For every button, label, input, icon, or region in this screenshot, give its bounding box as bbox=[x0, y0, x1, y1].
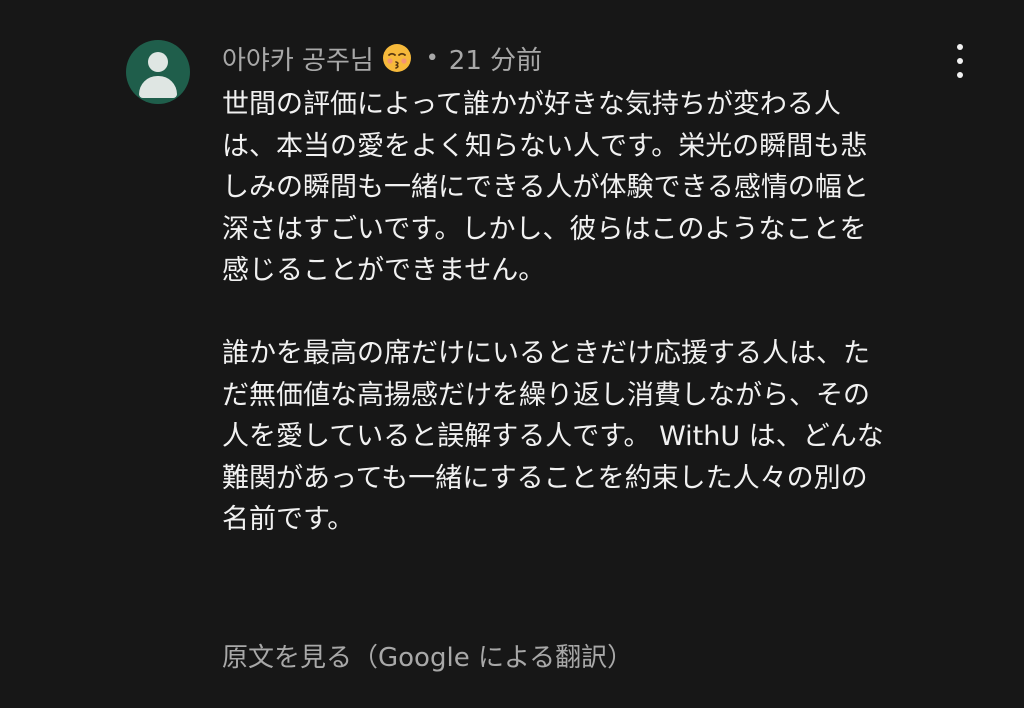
comment-line: 難関があっても一緒にすることを約束した人々の別の bbox=[222, 462, 868, 494]
comment-header: 아야카 공주님 • 21 分前 bbox=[222, 38, 542, 78]
more-dot-icon bbox=[957, 58, 963, 64]
comment-line: 人を愛していると誤解する人です。 WithU は、どんな bbox=[222, 421, 884, 452]
separator-dot: • bbox=[425, 45, 439, 71]
author-name[interactable]: 아야카 공주님 bbox=[222, 40, 374, 77]
comment-line: だ無価値な高揚感だけを繰り返し消費しながら、その bbox=[222, 379, 870, 411]
see-original-link[interactable]: 原文を見る（Google による翻訳） bbox=[222, 638, 633, 678]
comment-line: は、本当の愛をよく知らない人です。栄光の瞬間も悲 bbox=[222, 130, 868, 162]
comment-line: 感じることができません。 bbox=[222, 255, 546, 286]
comment-timestamp[interactable]: 21 分前 bbox=[449, 40, 542, 77]
avatar-head-shape bbox=[148, 52, 168, 72]
comment-line: しみの瞬間も一緒にできる人が体験できる感情の幅と bbox=[222, 172, 869, 203]
comment-text: 世間の評価によって誰かが好きな気持ちが変わる人 は、本当の愛をよく知らない人です… bbox=[222, 84, 982, 541]
avatar-body-shape bbox=[139, 76, 177, 98]
comment-card: 아야카 공주님 • 21 分前 世間の評価によって誰かが好きな気持ちが変わる人 … bbox=[0, 0, 1024, 708]
more-options-button[interactable] bbox=[948, 44, 972, 78]
kissing-face-with-closed-eyes-icon bbox=[382, 44, 411, 72]
more-dot-icon bbox=[957, 44, 963, 50]
comment-line: 世間の評価によって誰かが好きな気持ちが変わる人 bbox=[222, 89, 841, 120]
comment-line: 名前です。 bbox=[222, 504, 355, 535]
comment-line: 深さはすごいです。しかし、彼らはこのようなことを bbox=[222, 213, 867, 245]
more-dot-icon bbox=[957, 72, 963, 78]
avatar[interactable] bbox=[126, 40, 190, 104]
comment-line: 誰かを最高の席だけにいるときだけ応援する人は、た bbox=[222, 338, 870, 369]
